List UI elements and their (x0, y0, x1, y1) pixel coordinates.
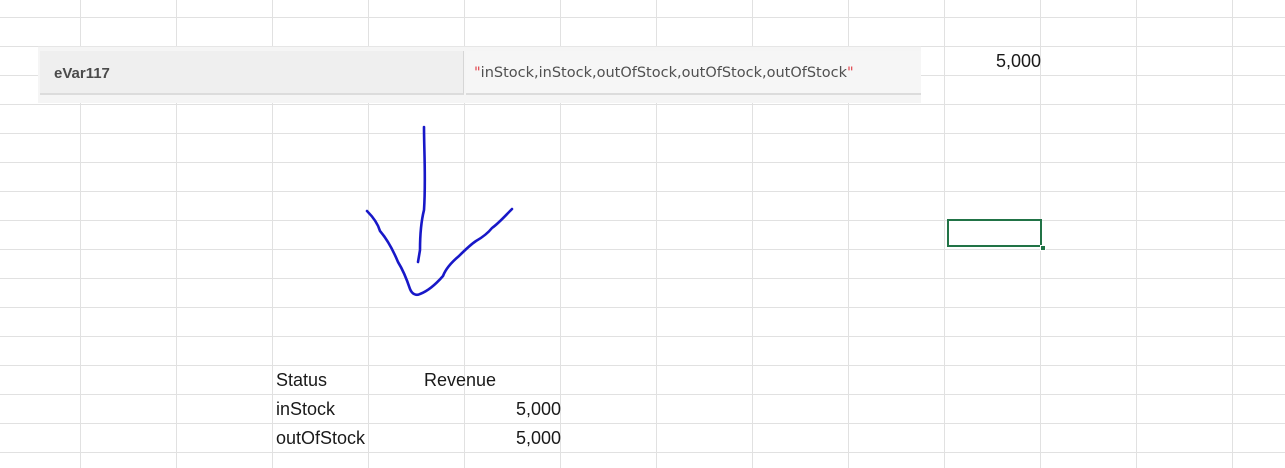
table-row-revenue[interactable]: 5,000 (470, 428, 561, 449)
table-row-status[interactable]: outOfStock (276, 428, 365, 449)
table-row-status[interactable]: inStock (276, 399, 335, 420)
fill-handle[interactable] (1040, 245, 1046, 251)
table-header-status[interactable]: Status (276, 370, 327, 391)
table-header-revenue[interactable]: Revenue (424, 370, 496, 391)
spreadsheet-grid[interactable]: eVar117 "inStock,inStock,outOfStock,outO… (0, 0, 1285, 468)
active-cell-selection[interactable] (947, 219, 1042, 247)
table-row-revenue[interactable]: 5,000 (470, 399, 561, 420)
hand-drawn-arrow-icon (365, 125, 514, 297)
